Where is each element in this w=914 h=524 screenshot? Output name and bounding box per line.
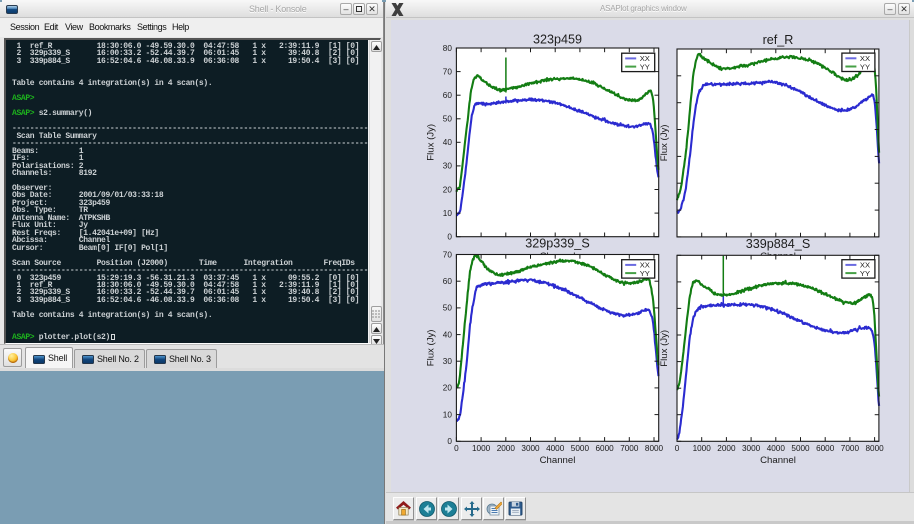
svg-text:4000: 4000 <box>546 444 565 453</box>
svg-text:Channel: Channel <box>540 455 576 466</box>
svg-text:70: 70 <box>443 250 453 259</box>
svg-text:8000: 8000 <box>865 444 884 453</box>
svg-text:2000: 2000 <box>717 444 736 453</box>
svg-text:323p459: 323p459 <box>533 33 582 47</box>
svg-text:Channel: Channel <box>760 455 796 466</box>
svg-text:339p884_S: 339p884_S <box>746 237 810 251</box>
svg-text:5000: 5000 <box>791 444 810 453</box>
svg-text:50: 50 <box>443 304 453 313</box>
svg-text:Flux (Jy): Flux (Jy) <box>426 330 437 367</box>
svg-text:70: 70 <box>443 67 453 76</box>
svg-text:ref_R: ref_R <box>763 33 794 47</box>
svg-text:0: 0 <box>447 233 452 242</box>
svg-text:0: 0 <box>675 444 680 453</box>
svg-text:40: 40 <box>443 330 453 339</box>
svg-text:10: 10 <box>443 410 453 419</box>
svg-text:Flux (Jy): Flux (Jy) <box>659 330 670 367</box>
svg-text:60: 60 <box>443 91 453 100</box>
svg-text:30: 30 <box>443 162 453 171</box>
svg-text:20: 20 <box>443 384 453 393</box>
svg-text:30: 30 <box>443 357 453 366</box>
svg-text:YY: YY <box>640 62 650 71</box>
svg-text:6000: 6000 <box>816 444 835 453</box>
svg-text:8000: 8000 <box>645 444 664 453</box>
svg-text:5000: 5000 <box>571 444 590 453</box>
svg-text:0: 0 <box>447 437 452 446</box>
svg-text:40: 40 <box>443 138 453 147</box>
svg-text:7000: 7000 <box>620 444 639 453</box>
svg-text:10: 10 <box>443 209 453 218</box>
svg-text:7000: 7000 <box>841 444 860 453</box>
svg-text:0: 0 <box>454 444 459 453</box>
svg-text:60: 60 <box>443 277 453 286</box>
svg-text:20: 20 <box>443 185 453 194</box>
svg-text:3000: 3000 <box>521 444 540 453</box>
svg-text:Flux (Jy): Flux (Jy) <box>426 124 437 161</box>
svg-text:YY: YY <box>860 62 870 71</box>
svg-text:YY: YY <box>640 269 650 278</box>
svg-text:2000: 2000 <box>497 444 516 453</box>
svg-text:1000: 1000 <box>693 444 712 453</box>
svg-text:3000: 3000 <box>742 444 761 453</box>
svg-text:50: 50 <box>443 115 453 124</box>
svg-text:329p339_S: 329p339_S <box>525 237 589 251</box>
svg-text:80: 80 <box>443 44 453 53</box>
svg-text:YY: YY <box>860 269 870 278</box>
svg-text:1000: 1000 <box>472 444 491 453</box>
svg-text:6000: 6000 <box>595 444 614 453</box>
svg-text:Flux (Jy): Flux (Jy) <box>659 125 670 162</box>
svg-text:4000: 4000 <box>767 444 786 453</box>
